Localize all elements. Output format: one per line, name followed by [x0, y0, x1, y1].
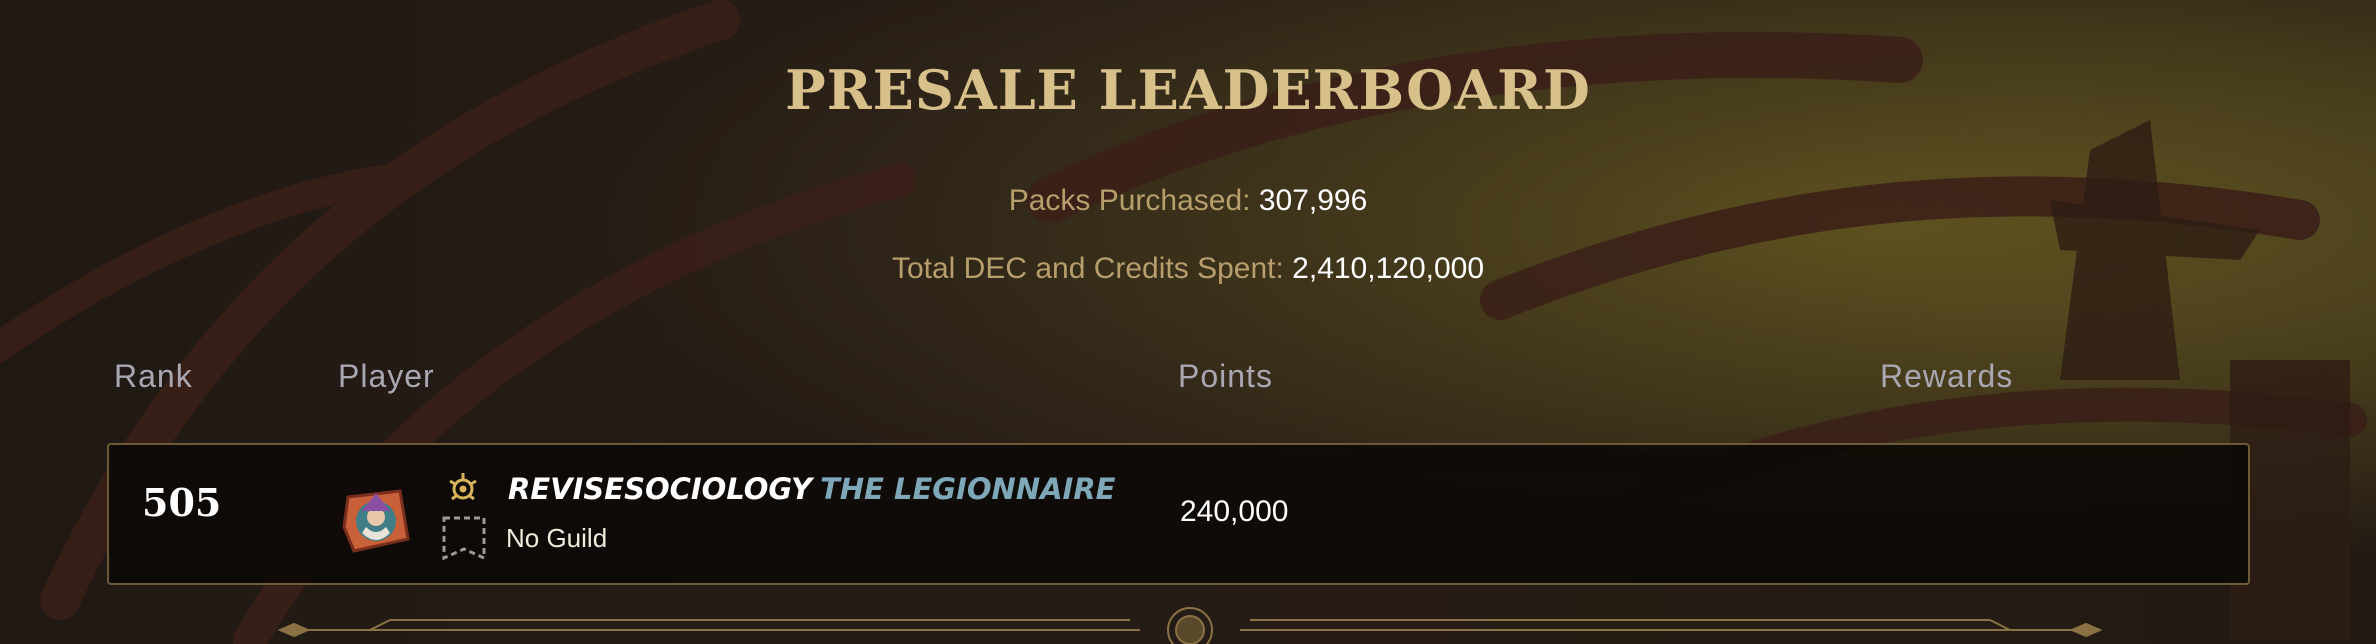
column-header-rewards: Rewards [1880, 358, 2014, 394]
player-guild: No Guild [506, 523, 608, 553]
wizard-avatar-icon[interactable] [340, 487, 412, 555]
total-spent-label: Total DEC and Credits Spent: [891, 252, 1284, 285]
page-title: PRESALE LEADERBOARD [785, 58, 1591, 122]
leaderboard-row: 505 REVISESOCIOLOGY THE LEGIONNAIRE No Gu… [107, 443, 2250, 585]
player-title: THE LEGIONNAIRE [820, 472, 1116, 506]
row-rank: 505 [142, 480, 222, 525]
column-header-points: Points [1178, 358, 1273, 394]
column-header-player: Player [338, 358, 435, 394]
no-guild-banner-icon [442, 516, 486, 561]
player-name[interactable]: REVISESOCIOLOGY THE LEGIONNAIRE [508, 472, 1115, 506]
column-header-rank: Rank [114, 358, 193, 394]
player-username[interactable]: REVISESOCIOLOGY [508, 472, 812, 506]
total-spent-stat: Total DEC and Credits Spent: 2,410,120,0… [0, 252, 2376, 286]
legionnaire-title-icon [449, 473, 477, 501]
packs-purchased-label: Packs Purchased: [1008, 184, 1251, 217]
packs-purchased-value: 307,996 [1258, 184, 1368, 217]
total-spent-value: 2,410,120,000 [1292, 252, 1485, 285]
row-points: 240,000 [1180, 495, 1289, 528]
packs-purchased-stat: Packs Purchased: 307,996 [0, 184, 2376, 218]
ornamental-divider [277, 607, 2103, 644]
